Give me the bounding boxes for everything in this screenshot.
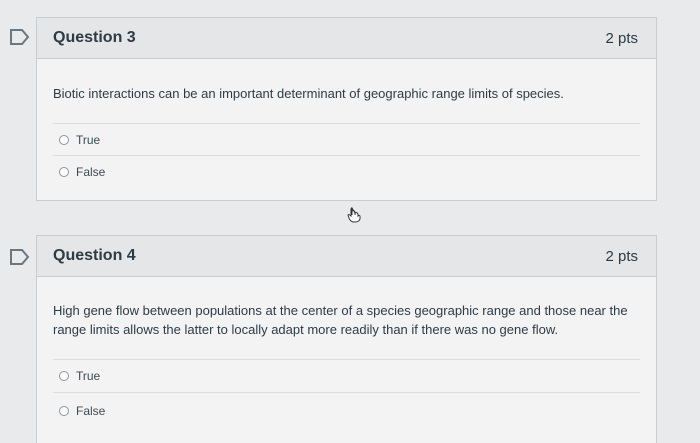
question-text: Biotic interactions can be an important … [53,86,564,101]
question-title: Question 4 [53,247,136,264]
question-title: Question 3 [53,29,136,46]
question-points: 2 pts [605,29,638,47]
radio-button[interactable] [59,405,69,416]
question-card: Question 4 2 pts High gene flow between … [36,235,657,443]
flag-question-icon[interactable] [9,248,31,266]
question-points: 2 pts [605,247,638,265]
answer-label: True [76,369,101,383]
answer-label: False [76,403,106,418]
answer-option[interactable]: True [37,124,656,155]
answer-option[interactable]: True [37,360,656,392]
radio-button[interactable] [59,167,69,177]
question-header: Question 3 2 pts [37,18,656,59]
answer-label: True [76,132,101,147]
hand-pointer-icon [347,207,361,228]
flag-question-icon[interactable] [9,28,31,46]
question-header: Question 4 2 pts [37,236,656,277]
answer-option[interactable]: False [37,156,656,188]
radio-button[interactable] [59,134,69,145]
question-card: Question 3 2 pts Biotic interactions can… [36,17,657,201]
answer-option[interactable]: False [37,393,656,428]
question-text: High gene flow between populations at th… [53,303,628,337]
answer-label: False [76,165,106,179]
radio-button[interactable] [59,371,69,381]
